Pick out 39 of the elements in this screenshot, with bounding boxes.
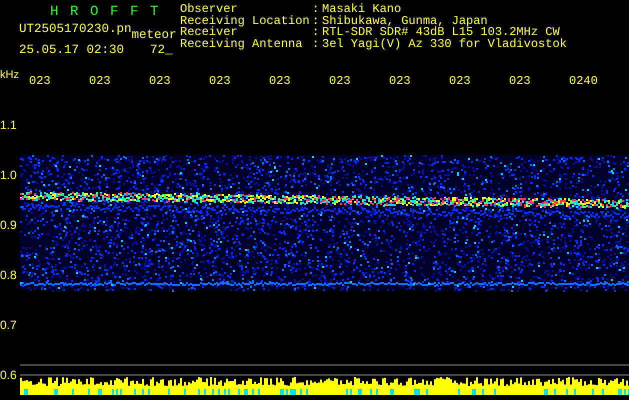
frequency-label: 0.8 [0,267,18,284]
info-value: 3el Yagi(V) Az 330 for Vladivostok [322,38,567,50]
time-label: 0240 [569,72,599,88]
info-value: Masaki Kano [322,4,402,16]
info-value: Shibukawa, Gunma, Japan [322,16,488,27]
info-label: Receiving Location [180,16,311,27]
time-label: 023 [389,72,412,88]
info-label: Receiving Antenna [180,38,304,50]
app-title-letter: T [150,4,159,20]
app-title-letter: H [50,4,59,20]
frequency-label: 0.9 [0,217,18,234]
app-title-letter: R [70,4,79,20]
file-name: UT2505170230.pn [19,22,132,36]
time-label: 023 [329,72,352,88]
time-label: 023 [29,72,52,88]
frequency-label: 0.7 [0,317,18,334]
time-label: 023 [449,72,472,88]
app-title-letter: F [130,4,139,20]
timestamp: 25.05.17 02:30 [19,43,124,57]
info-separator: : [312,16,320,27]
counter: 72_ [150,43,173,57]
time-label: 023 [89,72,112,88]
time-label: 023 [149,72,172,88]
info-label: Receiver [180,27,238,38]
frequency-label: 1.1 [0,117,18,134]
frequency-label: 0.6 [0,367,18,384]
unit-label: kHz [0,68,20,82]
app-title-letter: F [110,4,119,20]
info-value: RTL-SDR SDR# 43dB L15 103.2MHz CW [322,27,560,38]
time-label: 023 [509,72,532,88]
info-separator: : [312,27,320,38]
info-separator: : [312,38,320,50]
info-separator: : [312,4,320,16]
time-label: 023 [269,72,292,88]
file-suffix: meteor [132,28,177,42]
time-label: 023 [209,72,232,88]
info-label: Observer [180,4,238,16]
frequency-label: 1.0 [0,167,18,184]
app-title-letter: O [90,4,99,20]
